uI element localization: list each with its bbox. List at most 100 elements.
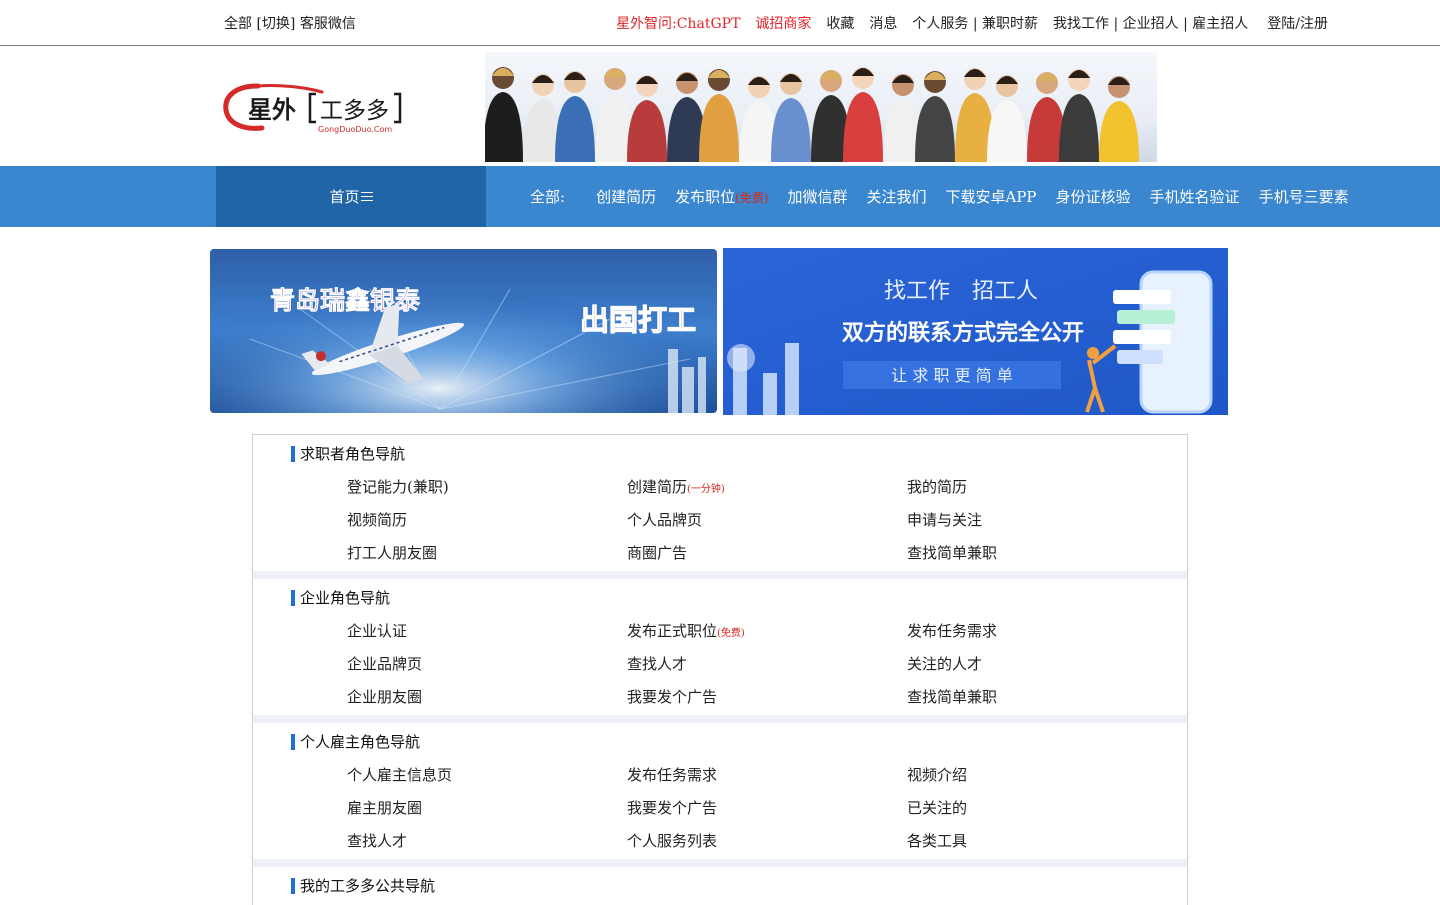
role-nav-link[interactable]: 各类工具	[907, 825, 1187, 858]
nav-section: 个人雇主角色导航 个人雇主信息页 发布任务需求 视频介绍 雇主朋友圈 我要发个广告 已关注的…	[253, 723, 1187, 867]
person-figure	[892, 75, 914, 83]
person-figure	[699, 94, 739, 162]
role-nav-link[interactable]: 企业品牌页	[347, 648, 627, 681]
nav-post-job-label: 发布职位	[675, 188, 736, 206]
people-illustration	[485, 67, 1139, 162]
section-divider	[253, 571, 1187, 579]
section-divider	[253, 715, 1187, 723]
role-nav-link[interactable]: 查找简单兼职	[907, 537, 1187, 570]
ad-banner-overseas[interactable]: 青岛瑞鑫银泰 出国打工	[210, 249, 717, 413]
role-nav-link-label: 我要发个广告	[627, 799, 718, 817]
role-nav-link-label: 关注的人才	[907, 655, 983, 673]
role-nav-link[interactable]: 我要发个广告	[627, 681, 907, 714]
role-nav-link[interactable]: 企业朋友圈	[347, 681, 627, 714]
person-figure	[485, 92, 523, 162]
nav-phone-name-verify[interactable]: 手机姓名验证	[1150, 186, 1240, 207]
top-bar: 全部 [切换] 客服微信 星外智问:ChatGPT 诚招商家 收藏 消息 个人服…	[0, 0, 1440, 46]
role-nav-link-label: 视频介绍	[907, 766, 968, 784]
role-nav-link-label: 查找人才	[347, 832, 408, 850]
person-figure	[820, 71, 842, 79]
person-figure	[924, 72, 946, 80]
nav-phone-three-factor[interactable]: 手机号三要素	[1259, 186, 1349, 207]
site-logo[interactable]: 星外 工多多 GongDuoDuo.Com	[222, 80, 412, 136]
person-figure	[852, 68, 874, 76]
find-job-link[interactable]: 我找工作 | 企业招人 | 雇主招人	[1053, 13, 1248, 33]
role-nav-link-label: 企业认证	[347, 622, 408, 640]
nav-download-android[interactable]: 下载安卓APP	[946, 186, 1037, 207]
nav-home-label: 首页	[329, 188, 360, 206]
nav-create-resume[interactable]: 创建简历	[596, 186, 656, 207]
personal-service-link[interactable]: 个人服务 | 兼职时薪	[912, 13, 1038, 33]
role-nav-link[interactable]: 商圈广告	[627, 537, 907, 570]
person-figure	[532, 75, 554, 83]
role-nav-link[interactable]: 个人服务列表	[627, 825, 907, 858]
role-nav-link[interactable]: 视频介绍	[907, 759, 1187, 792]
person-figure	[748, 77, 770, 85]
nav-home-button[interactable]: 首页	[216, 166, 486, 227]
role-nav-link[interactable]: 发布正式职位(免费)	[627, 615, 907, 648]
role-nav-link-label: 查找人才	[627, 655, 688, 673]
section-link-grid: 登记能力(兼职) 创建简历(一分钟) 我的简历视频简历 个人品牌页 申请与关注打工人朋友…	[253, 471, 1187, 570]
person-figure	[771, 98, 811, 162]
role-nav-link[interactable]: 发布任务需求	[907, 615, 1187, 648]
logo-main-text: 星外	[248, 96, 296, 124]
menu-icon	[360, 189, 373, 204]
people-banner-image	[485, 52, 1157, 162]
role-nav-link-label: 登记能力(兼职)	[347, 478, 449, 496]
person-figure	[604, 69, 626, 77]
person-figure	[987, 100, 1027, 162]
role-nav-link-label: 个人服务列表	[627, 832, 718, 850]
role-nav-link[interactable]: 已关注的	[907, 792, 1187, 825]
region-switch-link[interactable]: 全部 [切换] 客服微信	[224, 13, 356, 33]
ad2-line3: 让 求 职 更 简 单	[891, 366, 1012, 385]
nav-post-job[interactable]: 发布职位(免费)	[675, 186, 768, 207]
ad-banner-public-contact[interactable]: 找工作 招工人 双方的联系方式完全公开 让 求 职 更 简 单	[723, 248, 1228, 415]
person-figure	[1059, 94, 1099, 162]
person-figure	[636, 76, 658, 84]
person-figure	[843, 92, 883, 162]
person-figure	[915, 96, 955, 162]
role-nav-link-label: 视频简历	[347, 511, 408, 529]
role-nav-link-label: 各类工具	[907, 832, 968, 850]
role-nav-link[interactable]: 申请与关注	[907, 504, 1187, 537]
role-nav-link[interactable]: 关注的人才	[907, 648, 1187, 681]
person-figure	[492, 68, 514, 76]
role-nav-link[interactable]: 查找人才	[347, 825, 627, 858]
role-nav-link[interactable]: 创建简历(一分钟)	[627, 471, 907, 504]
nav-wechat-group[interactable]: 加微信群	[787, 186, 847, 207]
nav-follow-us[interactable]: 关注我们	[866, 186, 926, 207]
role-nav-link[interactable]: 视频简历	[347, 504, 627, 537]
person-figure	[964, 69, 986, 77]
section-title: 求职者角色导航	[253, 435, 1187, 471]
ad1-slogan-text: 出国打工	[580, 303, 696, 337]
nav-items: 全部: 创建简历 发布职位(免费) 加微信群 关注我们 下载安卓APP 身份证核…	[530, 166, 1349, 227]
role-nav-link[interactable]: 个人品牌页	[627, 504, 907, 537]
role-nav-link-label: 创建简历	[627, 478, 688, 496]
role-nav-link[interactable]: 查找人才	[627, 648, 907, 681]
role-nav-link-label: 发布正式职位	[627, 622, 718, 640]
nav-all-label: 全部:	[530, 188, 566, 206]
role-nav-link[interactable]: 雇主朋友圈	[347, 792, 627, 825]
messages-link[interactable]: 消息	[869, 13, 897, 33]
role-nav-link[interactable]: 企业认证	[347, 615, 627, 648]
role-nav-link[interactable]: 我要发个广告	[627, 792, 907, 825]
login-register-link[interactable]: 登陆/注册	[1267, 13, 1328, 33]
role-nav-link-label: 已关注的	[907, 799, 968, 817]
nav-section: 企业角色导航 企业认证 发布正式职位(免费) 发布任务需求 企业品牌页 查找人才 关注的人才…	[253, 579, 1187, 723]
main-nav: 首页 全部: 创建简历 发布职位(免费) 加微信群 关注我们 下载安卓APP 身…	[0, 166, 1440, 227]
role-nav-link[interactable]: 发布任务需求	[627, 759, 907, 792]
person-figure	[676, 73, 698, 81]
nav-id-verify[interactable]: 身份证核验	[1056, 186, 1131, 207]
role-navigation-panel: 求职者角色导航登记能力(兼职) 创建简历(一分钟) 我的简历视频简历 个人品牌页 申请与…	[252, 434, 1188, 905]
role-nav-link[interactable]: 查找简单兼职	[907, 681, 1187, 714]
person-figure	[708, 70, 730, 78]
merchants-link[interactable]: 诚招商家	[755, 13, 811, 33]
favorites-link[interactable]: 收藏	[826, 13, 854, 33]
role-nav-link[interactable]: 个人雇主信息页	[347, 759, 627, 792]
role-nav-link-label: 商圈广告	[627, 544, 688, 562]
role-nav-link[interactable]: 登记能力(兼职)	[347, 471, 627, 504]
role-nav-link[interactable]: 打工人朋友圈	[347, 537, 627, 570]
role-nav-link-note: (免费)	[717, 628, 745, 639]
role-nav-link[interactable]: 我的简历	[907, 471, 1187, 504]
chatgpt-link[interactable]: 星外智问:ChatGPT	[616, 13, 740, 33]
